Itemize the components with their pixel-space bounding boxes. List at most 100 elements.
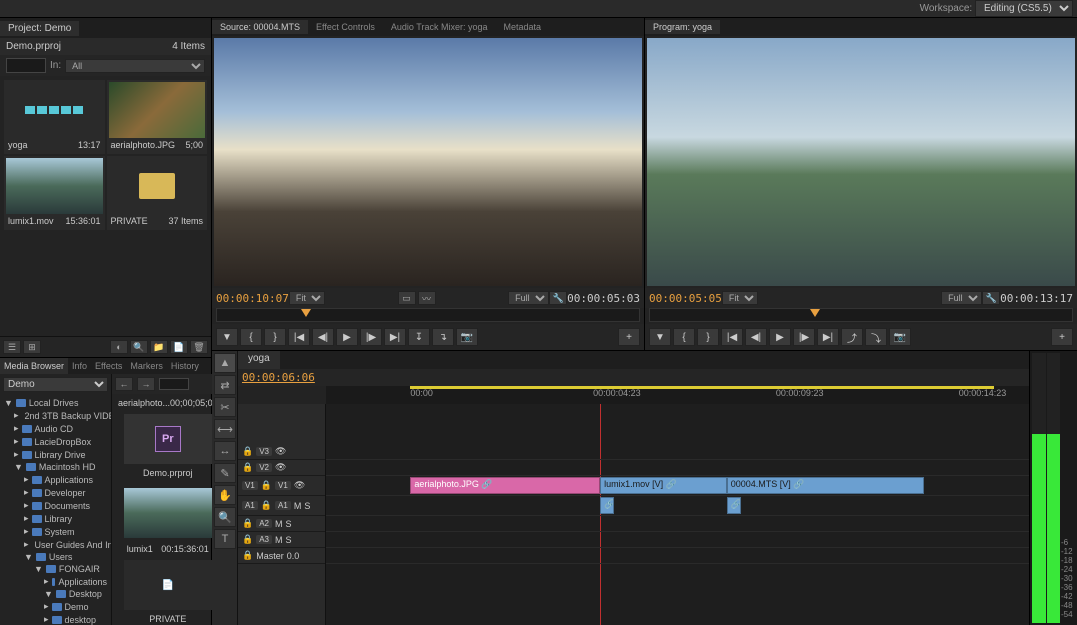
media-browser-select[interactable]: Demo xyxy=(3,377,108,392)
sequence-tab[interactable]: yoga xyxy=(238,351,280,369)
bin-item[interactable]: aerialphoto.JPG5;00 xyxy=(107,80,208,154)
mb-search-input[interactable] xyxy=(159,378,189,390)
source-audio-only-icon[interactable]: 〰 xyxy=(418,291,436,305)
clip-audio-00004[interactable]: 🔗 xyxy=(727,497,741,514)
mark-out-button[interactable]: } xyxy=(697,328,719,346)
track-master[interactable] xyxy=(326,548,1029,564)
tool-button[interactable]: ⇄ xyxy=(214,375,236,395)
audio-mixer-tab[interactable]: Audio Track Mixer: yoga xyxy=(383,20,496,34)
tree-node[interactable]: ▸ LacieDropBox xyxy=(4,435,107,448)
tool-button[interactable]: 🔍 xyxy=(214,507,236,527)
track-a3[interactable] xyxy=(326,532,1029,548)
new-bin-button[interactable]: 📁 xyxy=(150,340,168,354)
program-res-select[interactable]: Full xyxy=(941,291,982,305)
effect-controls-tab[interactable]: Effect Controls xyxy=(308,20,383,34)
source-fit-select[interactable]: Fit xyxy=(289,291,325,305)
track-header-a2[interactable]: 🔒A2MS xyxy=(238,516,325,532)
track-header-a3[interactable]: 🔒A3MS xyxy=(238,532,325,548)
program-timecode-in[interactable]: 00:00:05:05 xyxy=(649,292,722,305)
icon-view-button[interactable]: ⊞ xyxy=(23,340,41,354)
step-back-button[interactable]: ◀| xyxy=(312,328,334,346)
source-tab[interactable]: Source: 00004.MTS xyxy=(212,20,308,34)
bin-item[interactable]: yoga13:17 xyxy=(4,80,105,154)
button-editor-button[interactable]: + xyxy=(1051,328,1073,346)
new-item-button[interactable]: 📄 xyxy=(170,340,188,354)
effects-tab[interactable]: Effects xyxy=(91,358,126,374)
tree-node[interactable]: ▸ Developer xyxy=(4,486,107,499)
go-to-out-button[interactable]: ▶| xyxy=(817,328,839,346)
project-tab[interactable]: Project: Demo xyxy=(0,21,79,36)
tree-node[interactable]: ▸ Applications xyxy=(4,575,107,588)
timeline-playhead-tc[interactable]: 00:00:06:06 xyxy=(242,371,315,384)
track-header-v1[interactable]: V1🔒V1👁 xyxy=(238,476,325,496)
source-scrub-bar[interactable] xyxy=(216,308,640,322)
clip-lumix1[interactable]: lumix1.mov [V] 🔗 xyxy=(600,477,727,494)
tool-button[interactable]: ✎ xyxy=(214,463,236,483)
delete-button[interactable]: 🗑 xyxy=(190,340,208,354)
clip-audio-lumix[interactable]: 🔗 xyxy=(600,497,614,514)
export-frame-button[interactable]: 📷 xyxy=(889,328,911,346)
history-tab[interactable]: History xyxy=(167,358,203,374)
overwrite-button[interactable]: ↴ xyxy=(432,328,454,346)
tool-button[interactable]: T xyxy=(214,529,236,549)
track-v2[interactable] xyxy=(326,460,1029,476)
tree-node[interactable]: ▸ Library xyxy=(4,512,107,525)
source-res-select[interactable]: Full xyxy=(508,291,549,305)
go-to-out-button[interactable]: ▶| xyxy=(384,328,406,346)
tool-button[interactable]: ✋ xyxy=(214,485,236,505)
mark-in-button[interactable]: { xyxy=(673,328,695,346)
step-forward-button[interactable]: |▶ xyxy=(360,328,382,346)
mark-in-button[interactable]: { xyxy=(240,328,262,346)
tree-node[interactable]: ▼ Macintosh HD xyxy=(4,461,107,473)
program-tab[interactable]: Program: yoga xyxy=(645,20,720,34)
tree-node[interactable]: ▸ Documents xyxy=(4,499,107,512)
track-header-v3[interactable]: 🔒V3👁 xyxy=(238,444,325,460)
go-to-in-button[interactable]: |◀ xyxy=(721,328,743,346)
project-search-input[interactable] xyxy=(6,58,46,73)
play-button[interactable]: ▶ xyxy=(336,328,358,346)
tool-button[interactable]: ✂ xyxy=(214,397,236,417)
bin-item[interactable]: PRIVATE37 Items xyxy=(107,156,208,230)
tool-button[interactable]: ▲ xyxy=(214,353,236,373)
tree-node[interactable]: ▼ Local Drives xyxy=(4,397,107,409)
bin-item[interactable]: lumix1.mov15:36:01 xyxy=(4,156,105,230)
play-button[interactable]: ▶ xyxy=(769,328,791,346)
tree-node[interactable]: ▼ Users xyxy=(4,551,107,563)
export-frame-button[interactable]: 📷 xyxy=(456,328,478,346)
find-button[interactable]: 🔍 xyxy=(130,340,148,354)
program-scrub-bar[interactable] xyxy=(649,308,1073,322)
program-video-display[interactable] xyxy=(647,38,1075,286)
tree-node[interactable]: ▸ System xyxy=(4,525,107,538)
tree-node[interactable]: ▸ Library Drive xyxy=(4,448,107,461)
program-fit-select[interactable]: Fit xyxy=(722,291,758,305)
settings-icon[interactable]: 🔧 xyxy=(982,291,1000,305)
tree-node[interactable]: ▸ Demo xyxy=(4,600,107,613)
mb-item-thumb[interactable]: Pr xyxy=(124,414,212,464)
mb-fwd-button[interactable]: → xyxy=(137,377,155,391)
track-header-v2[interactable]: 🔒V2👁 xyxy=(238,460,325,476)
media-browser-tab[interactable]: Media Browser xyxy=(0,358,68,374)
workspace-select[interactable]: Editing (CS5.5) xyxy=(975,0,1073,17)
metadata-tab[interactable]: Metadata xyxy=(495,20,549,34)
source-video-only-icon[interactable]: ▭ xyxy=(398,291,416,305)
tree-node[interactable]: ▸ User Guides And In xyxy=(4,538,107,551)
mark-out-button[interactable]: } xyxy=(264,328,286,346)
project-in-select[interactable]: All xyxy=(65,59,205,73)
tree-node[interactable]: ▼ FONGAIR xyxy=(4,563,107,575)
list-view-button[interactable]: ☰ xyxy=(3,340,21,354)
source-timecode-in[interactable]: 00:00:10:07 xyxy=(216,292,289,305)
settings-icon[interactable]: 🔧 xyxy=(549,291,567,305)
add-marker-button[interactable]: ▼ xyxy=(649,328,671,346)
mb-item-thumb[interactable]: 📄 xyxy=(124,560,212,610)
tree-node[interactable]: ▸ desktop xyxy=(4,613,107,625)
auto-match-button[interactable]: ◐ xyxy=(110,340,128,354)
lift-button[interactable]: ⤴ xyxy=(841,328,863,346)
track-header-master[interactable]: 🔒Master0.0 xyxy=(238,548,325,564)
tool-button[interactable]: ⟷ xyxy=(214,419,236,439)
mb-item-thumb[interactable] xyxy=(124,488,212,538)
insert-button[interactable]: ↧ xyxy=(408,328,430,346)
track-area[interactable]: aerialphoto.JPG 🔗 lumix1.mov [V] 🔗 00004… xyxy=(326,404,1029,625)
track-a1[interactable]: 🔗 🔗 xyxy=(326,496,1029,516)
info-tab[interactable]: Info xyxy=(68,358,91,374)
track-a2[interactable] xyxy=(326,516,1029,532)
